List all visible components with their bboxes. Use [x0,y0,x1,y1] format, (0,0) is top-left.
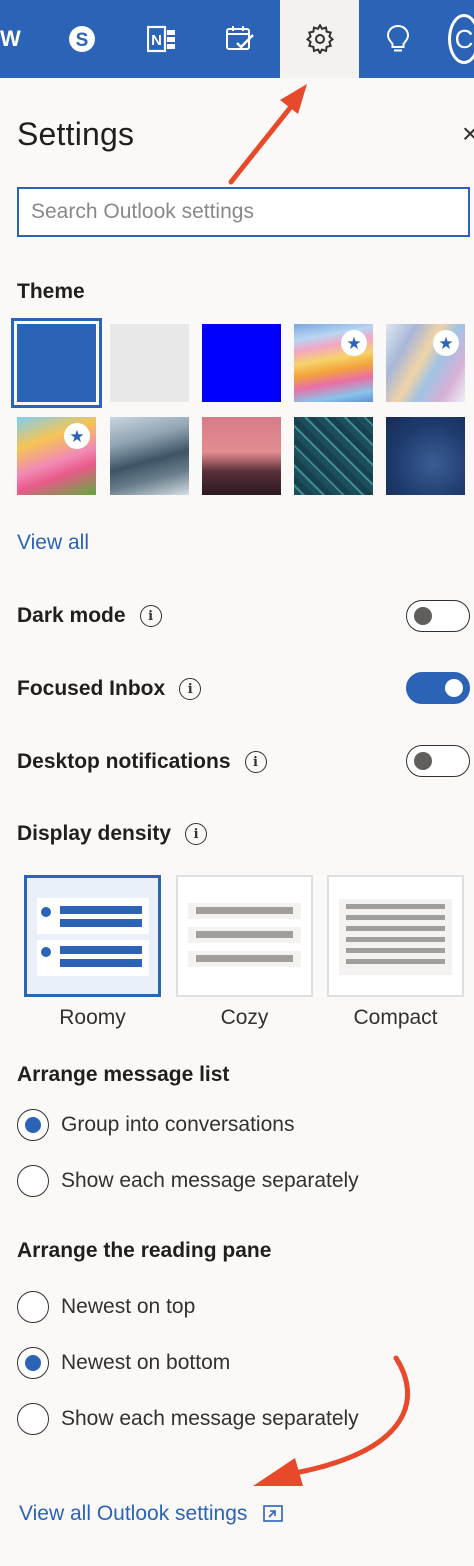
theme-heading: Theme [17,280,85,303]
tips-button[interactable] [376,0,420,78]
arrow-to-settings-icon [228,84,307,185]
toggle-knob [414,607,432,625]
display-density-row: Display density i [17,822,208,846]
theme-swatch-innovation[interactable] [386,417,465,495]
density-option-compact[interactable] [327,875,464,997]
lightbulb-icon [386,24,410,52]
compact-preview-icon [339,899,452,975]
desktop-notifications-row: Desktop notifications i [17,750,267,774]
radio-label: Group into conversations [61,1113,295,1136]
theme-swatch-light-gray[interactable] [110,324,189,402]
radio-newest-on-bottom[interactable]: Newest on bottom [17,1347,230,1379]
search-input[interactable] [19,189,468,235]
close-icon[interactable]: × [462,118,474,150]
avatar: C [448,14,474,64]
onenote-icon: N [147,25,175,53]
focused-inbox-toggle[interactable] [406,672,470,704]
premium-star-icon: ★ [341,330,367,356]
radio-label: Newest on top [61,1295,196,1318]
focused-inbox-row: Focused Inbox i [17,677,202,701]
radio-group-into-conversations[interactable]: Group into conversations [17,1109,294,1141]
settings-button[interactable] [280,0,359,78]
theme-swatch-blue[interactable] [11,318,102,408]
todo-icon [226,26,254,50]
radio-button[interactable] [17,1109,49,1141]
density-label-roomy: Roomy [59,1006,126,1029]
radio-show-each-message-separately[interactable]: Show each message separately [17,1165,359,1197]
settings-gear-icon [305,24,334,54]
info-icon[interactable]: i [139,605,162,627]
theme-swatch-circuit[interactable] [294,417,373,495]
dark-mode-toggle[interactable] [406,600,470,632]
density-label-cozy: Cozy [220,1006,269,1029]
radio-reading-show-each-message-separately[interactable]: Show each message separately [17,1403,359,1435]
dark-mode-row: Dark mode i [17,604,162,628]
search-box[interactable] [17,187,470,237]
top-app-bar: W S N C [0,0,474,78]
toggle-knob [445,679,463,697]
desktop-notifications-label: Desktop notifications [17,750,231,773]
theme-swatch-bright-blue[interactable] [202,324,281,402]
radio-button[interactable] [17,1347,49,1379]
view-all-themes-link[interactable]: View all [17,531,89,555]
theme-swatch-palms[interactable] [202,417,281,495]
roomy-preview-icon [37,898,149,976]
account-button[interactable]: C [440,0,474,78]
view-all-outlook-settings-link[interactable]: View all Outlook settings [19,1502,284,1526]
cozy-preview-icon [188,903,301,967]
info-icon[interactable]: i [185,823,208,845]
theme-swatch-mountain[interactable] [110,417,189,495]
radio-label: Show each message separately [61,1169,359,1192]
skype-icon: S [69,26,95,52]
display-density-label: Display density [17,822,172,845]
radio-button[interactable] [17,1291,49,1323]
theme-swatch-rainbow[interactable]: ★ [294,324,373,402]
info-icon[interactable]: i [244,751,267,773]
density-option-roomy[interactable] [24,875,161,997]
focused-inbox-label: Focused Inbox [17,677,166,700]
svg-text:S: S [76,30,89,51]
partial-app-label[interactable]: W [0,0,21,78]
desktop-notifications-toggle[interactable] [406,745,470,777]
density-label-compact: Compact [353,1006,438,1029]
radio-button[interactable] [17,1165,49,1197]
premium-star-icon: ★ [433,330,459,356]
toggle-knob [414,752,432,770]
info-icon[interactable]: i [179,678,202,700]
density-option-cozy[interactable] [176,875,313,997]
onenote-button[interactable]: N [140,0,184,78]
arrange-reading-pane-heading: Arrange the reading pane [17,1239,272,1262]
theme-swatch-unicorn[interactable]: ★ [17,417,96,495]
page-title: Settings [17,116,135,152]
view-all-outlook-settings-label: View all Outlook settings [19,1502,248,1525]
premium-star-icon: ★ [64,423,90,449]
radio-label: Show each message separately [61,1407,359,1430]
radio-button[interactable] [17,1403,49,1435]
skype-button[interactable]: S [60,0,104,78]
radio-newest-on-top[interactable]: Newest on top [17,1291,195,1323]
arrange-message-list-heading: Arrange message list [17,1063,230,1086]
theme-swatch-ribbons[interactable]: ★ [386,324,465,402]
radio-label: Newest on bottom [61,1351,231,1374]
todo-button[interactable] [218,0,262,78]
svg-text:N: N [151,32,162,49]
open-in-new-window-icon [263,1505,284,1522]
dark-mode-label: Dark mode [17,604,126,627]
